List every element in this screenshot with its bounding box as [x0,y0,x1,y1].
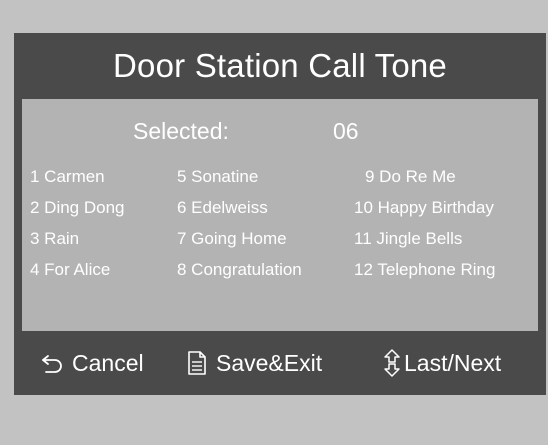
tone-item-happy-birthday[interactable]: 10 Happy Birthday [354,198,494,218]
document-icon [184,350,210,376]
tone-item-edelweiss[interactable]: 6 Edelweiss [177,198,268,218]
device-screen: Door Station Call Tone Selected: 06 1 Ca… [0,0,548,445]
last-next-button[interactable]: Last/Next [382,331,501,395]
tone-item-jingle-bells[interactable]: 11 Jingle Bells [354,229,462,249]
footer-bar: Cancel Save&Exit Last/Next [14,331,546,395]
tone-item-telephone-ring[interactable]: 12 Telephone Ring [354,260,495,280]
tone-item-for-alice[interactable]: 4 For Alice [30,260,110,280]
tone-item-going-home[interactable]: 7 Going Home [177,229,287,249]
tone-item-sonatine[interactable]: 5 Sonatine [177,167,258,187]
save-exit-button[interactable]: Save&Exit [184,331,322,395]
save-exit-label: Save&Exit [216,349,323,376]
last-next-label: Last/Next [404,349,502,376]
tone-item-do-re-me[interactable]: 9 Do Re Me [365,167,456,187]
up-down-arrow-icon [382,348,402,378]
call-tone-panel: Door Station Call Tone Selected: 06 1 Ca… [14,33,546,395]
tone-item-rain[interactable]: 3 Rain [30,229,79,249]
page-title: Door Station Call Tone [113,47,447,84]
selected-label: Selected: [133,118,229,144]
return-arrow-icon [40,352,66,374]
cancel-button[interactable]: Cancel [40,331,144,395]
tone-item-carmen[interactable]: 1 Carmen [30,167,105,187]
selected-indicator: Selected: 06 [22,118,538,152]
cancel-label: Cancel [72,349,144,376]
tone-item-congratulation[interactable]: 8 Congratulation [177,260,302,280]
selected-value: 06 [333,118,359,144]
tone-content-area: Selected: 06 1 Carmen 2 Ding Dong 3 Rain… [22,99,538,331]
tone-item-ding-dong[interactable]: 2 Ding Dong [30,198,125,218]
